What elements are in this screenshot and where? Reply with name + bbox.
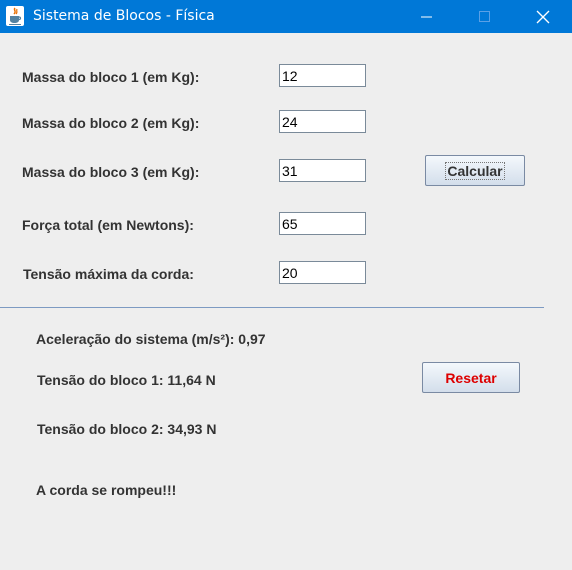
close-button[interactable] — [520, 0, 566, 33]
mass3-input[interactable] — [279, 159, 366, 182]
force-input[interactable] — [279, 212, 366, 235]
calculate-button-label: Calcular — [445, 161, 505, 180]
rope-status-message: A corda se rompeu!!! — [36, 482, 177, 498]
mass1-input[interactable] — [279, 64, 366, 87]
reset-button[interactable]: Resetar — [422, 362, 520, 393]
title-bar[interactable]: Sistema de Blocos - Física — [0, 0, 572, 33]
mass3-label: Massa do bloco 3 (em Kg): — [22, 164, 200, 180]
maximize-button[interactable] — [462, 0, 508, 33]
mass2-input[interactable] — [279, 110, 366, 133]
tension1-result: Tensão do bloco 1: 11,64 N — [37, 372, 216, 388]
force-label: Força total (em Newtons): — [22, 217, 194, 233]
separator — [0, 307, 544, 308]
maximize-icon — [479, 10, 490, 22]
acceleration-result: Aceleração do sistema (m/s²): 0,97 — [36, 331, 266, 347]
java-app-icon — [6, 6, 24, 26]
max-tension-input[interactable] — [279, 261, 366, 284]
minimize-icon — [421, 16, 432, 17]
mass2-label: Massa do bloco 2 (em Kg): — [22, 115, 200, 131]
tension2-result: Tensão do bloco 2: 34,93 N — [37, 421, 217, 437]
calculate-button[interactable]: Calcular — [425, 155, 525, 186]
minimize-button[interactable] — [404, 0, 450, 33]
reset-button-label: Resetar — [445, 369, 497, 386]
max-tension-label: Tensão máxima da corda: — [23, 266, 194, 282]
close-icon — [536, 10, 550, 23]
mass1-label: Massa do bloco 1 (em Kg): — [22, 69, 200, 85]
window-title: Sistema de Blocos - Física — [33, 8, 215, 24]
